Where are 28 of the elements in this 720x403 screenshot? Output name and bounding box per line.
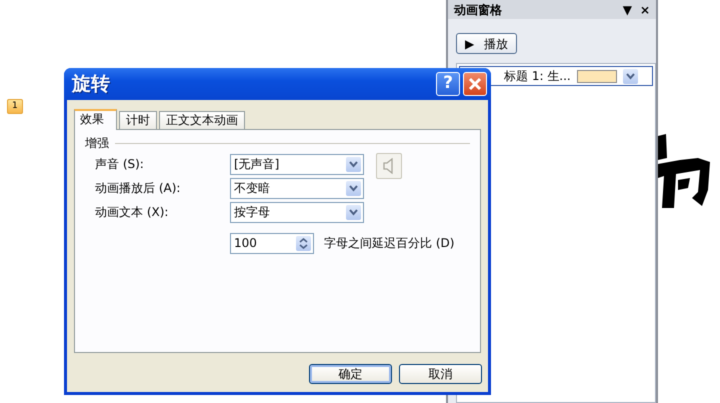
field-label: 动画文本 (X): (95, 204, 170, 221)
spin-arrows-icon (299, 238, 308, 248)
number-spinner[interactable]: 100 (230, 232, 314, 254)
dropdown-button[interactable] (622, 68, 638, 84)
field-label: 动画播放后 (A): (95, 180, 182, 197)
dropdown-field[interactable]: 按字母 (230, 202, 364, 222)
help-button[interactable]: ? (436, 72, 460, 96)
animation-item[interactable]: 标题 1: 生... (459, 66, 653, 86)
close-button[interactable] (463, 72, 487, 96)
group-label: 增强 (85, 135, 109, 152)
pane-close-button[interactable]: × (640, 4, 650, 16)
dropdown-field[interactable]: 不变暗 (230, 178, 364, 198)
play-button[interactable]: ▶ 播放 (456, 33, 518, 54)
close-icon (468, 77, 482, 91)
tab[interactable]: 计时 (119, 111, 157, 129)
dropdown-field[interactable]: [无声音] (230, 154, 364, 174)
ok-button[interactable]: 确定 (309, 364, 392, 384)
field-label: 字母之间延迟百分比 (D) (324, 235, 454, 252)
animation-item-label: 标题 1: 生... (504, 68, 571, 85)
dialog-title: 旋转 (72, 72, 111, 97)
tab[interactable]: 效果 (74, 109, 117, 130)
pane-menu-button[interactable]: ▼ (622, 4, 632, 16)
slide-number-badge: 1 (7, 99, 23, 114)
pane-title: 动画窗格 (454, 2, 503, 18)
tab[interactable]: 正文文本动画 (159, 111, 245, 129)
cancel-button[interactable]: 取消 (399, 364, 482, 384)
speaker-icon (383, 158, 395, 174)
field-label: 声音 (S): (95, 156, 145, 173)
